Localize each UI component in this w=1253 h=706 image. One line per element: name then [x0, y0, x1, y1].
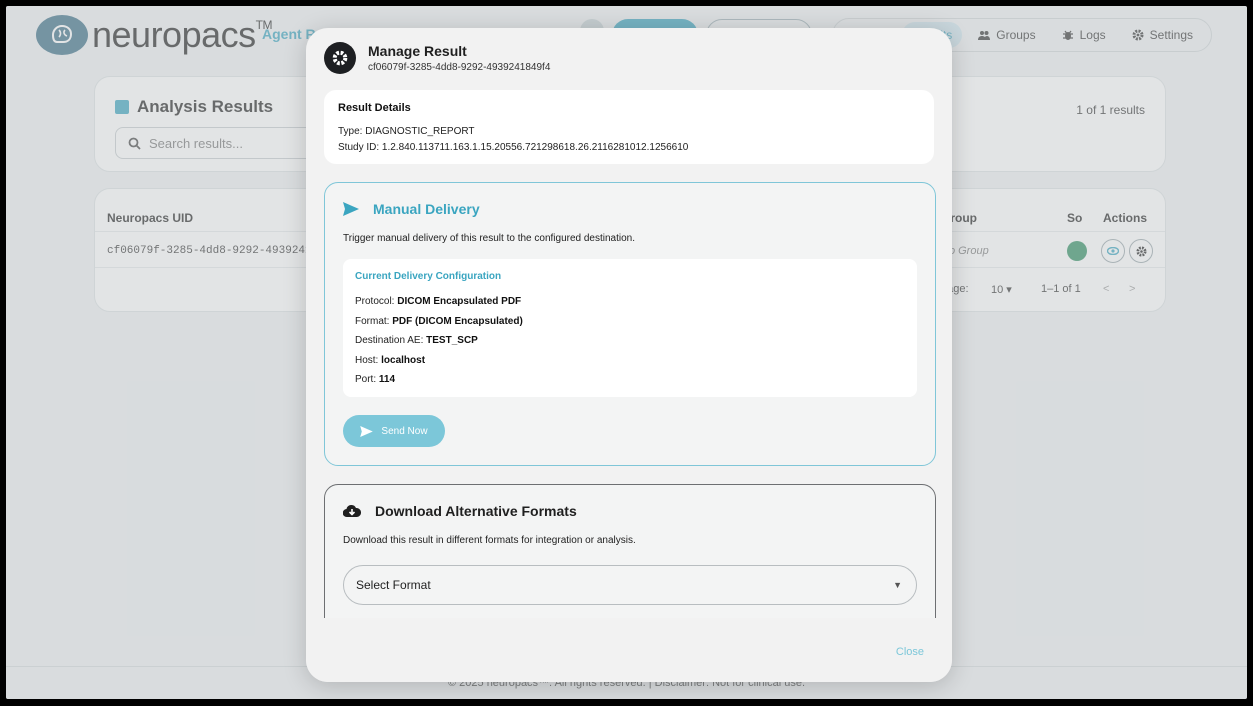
manage-result-dialog: Manage Result cf06079f-3285-4dd8-9292-49…	[306, 28, 952, 682]
modal-title: Manage Result	[368, 43, 467, 59]
config-format: Format: PDF (DICOM Encapsulated)	[355, 315, 523, 327]
details-study-id: Study ID: 1.2.840.113711.163.1.15.20556.…	[338, 142, 689, 153]
config-port: Port: 114	[355, 374, 396, 385]
app-window: neuropacsTM Agent R Results Groups Logs …	[6, 6, 1247, 699]
send-icon	[343, 202, 359, 216]
send-icon	[360, 425, 374, 437]
cloud-download-icon	[343, 504, 361, 518]
config-destination: Destination AE: TEST_SCP	[355, 335, 478, 346]
send-now-button[interactable]: Send Now	[343, 415, 445, 447]
delivery-desc: Trigger manual delivery of this result t…	[343, 233, 636, 244]
result-details: Result Details Type: DIAGNOSTIC_REPORT S…	[324, 90, 934, 164]
manual-delivery-section: Manual Delivery Trigger manual delivery …	[324, 182, 936, 466]
modal-header: Manage Result cf06079f-3285-4dd8-9292-49…	[324, 42, 550, 74]
download-desc: Download this result in different format…	[343, 535, 636, 546]
details-heading: Result Details	[338, 102, 411, 114]
details-type: Type: DIAGNOSTIC_REPORT	[338, 126, 475, 137]
close-button[interactable]: Close	[896, 646, 924, 658]
config-host: Host: localhost	[355, 354, 426, 366]
chevron-down-icon: ▼	[893, 580, 902, 590]
config-protocol: Protocol: DICOM Encapsulated PDF	[355, 296, 522, 307]
download-title: Download Alternative Formats	[343, 503, 577, 519]
gear-icon	[324, 42, 356, 74]
modal-subtitle: cf06079f-3285-4dd8-9292-4939241849f4	[368, 62, 551, 73]
delivery-config: Current Delivery Configuration Protocol:…	[343, 259, 917, 397]
modal-footer: Close	[306, 618, 952, 682]
delivery-title: Manual Delivery	[343, 201, 480, 217]
config-title: Current Delivery Configuration	[355, 271, 502, 282]
format-select[interactable]: Select Format ▼	[343, 565, 917, 605]
